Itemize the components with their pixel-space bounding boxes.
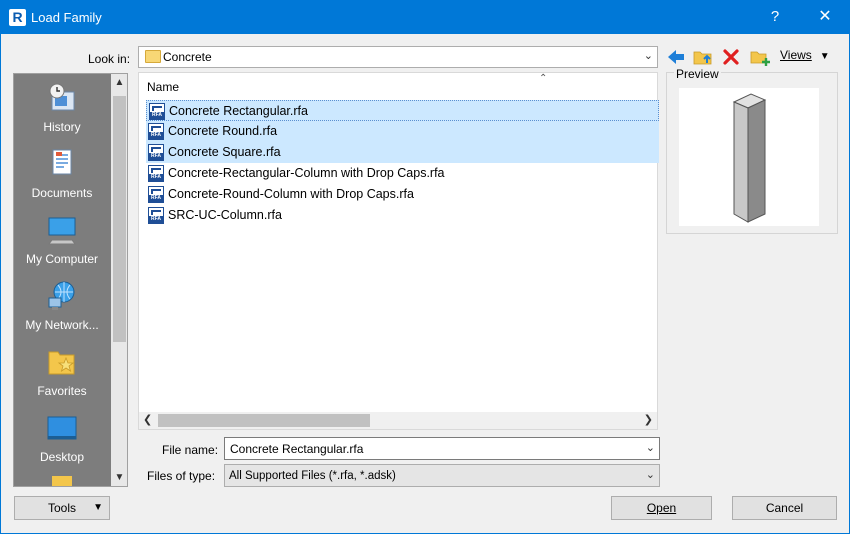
preview-image: [679, 88, 819, 226]
column-header-label: Name: [147, 80, 180, 94]
file-row[interactable]: RFA Concrete Square.rfa: [146, 142, 659, 163]
file-name-value: Concrete Rectangular.rfa: [230, 442, 364, 456]
network-icon: [48, 281, 75, 310]
place-my-computer[interactable]: My Computer: [14, 214, 110, 266]
scroll-left-icon[interactable]: ❮: [143, 412, 152, 429]
file-name: Concrete-Rectangular-Column with Drop Ca…: [168, 166, 445, 180]
place-label: History: [43, 120, 81, 134]
place-favorites[interactable]: Favorites: [14, 346, 110, 398]
rfa-file-icon: RFA: [148, 144, 164, 161]
horizontal-scrollbar[interactable]: ❮ ❯: [139, 412, 657, 429]
places-scrollbar[interactable]: ▲ ▼: [111, 74, 127, 486]
place-label: My Network...: [25, 318, 99, 332]
file-row[interactable]: RFA Concrete-Round-Column with Drop Caps…: [146, 184, 659, 205]
folder-icon: [52, 476, 72, 486]
rfa-file-icon: RFA: [148, 165, 164, 182]
new-folder-icon[interactable]: [750, 47, 770, 67]
place-partial[interactable]: [14, 476, 110, 486]
file-name: Concrete Rectangular.rfa: [169, 104, 308, 118]
caret-down-icon: ▼: [819, 51, 830, 62]
computer-icon: [48, 217, 76, 245]
scroll-thumb[interactable]: [113, 96, 126, 342]
tools-label: Tools: [47, 501, 76, 515]
tools-button[interactable]: Tools ▼: [14, 496, 110, 520]
delete-icon[interactable]: [721, 47, 741, 67]
views-menu-button[interactable]: Views ▼: [780, 48, 830, 66]
chevron-down-icon: ⌄: [645, 469, 655, 481]
file-list[interactable]: Name ⌃ RFA Concrete Rectangular.rfa RFA …: [138, 72, 659, 430]
place-label: Favorites: [37, 384, 87, 398]
file-row[interactable]: RFA SRC-UC-Column.rfa: [146, 205, 659, 226]
chevron-down-icon[interactable]: ⌄: [646, 441, 655, 454]
file-name-input[interactable]: Concrete Rectangular.rfa ⌄: [224, 437, 660, 460]
favorites-icon: [48, 351, 75, 375]
rfa-file-icon: RFA: [149, 103, 165, 120]
look-in-combo[interactable]: Concrete ⌄: [138, 46, 658, 68]
title-bar: R Load Family ? ✕: [0, 0, 850, 34]
file-name: Concrete Round.rfa: [168, 124, 278, 138]
place-label: My Computer: [25, 252, 99, 266]
place-desktop[interactable]: Desktop: [14, 412, 110, 464]
rfa-file-icon: RFA: [148, 123, 164, 140]
cancel-button[interactable]: Cancel: [732, 496, 837, 520]
files-of-type-value: All Supported Files (*.rfa, *.adsk): [229, 470, 396, 482]
file-name: Concrete Square.rfa: [168, 145, 281, 159]
files-of-type-combo[interactable]: All Supported Files (*.rfa, *.adsk) ⌄: [224, 464, 660, 487]
file-name: SRC-UC-Column.rfa: [168, 208, 282, 222]
file-name: Concrete-Round-Column with Drop Caps.rfa: [168, 187, 414, 201]
close-button[interactable]: ✕: [808, 0, 842, 34]
views-label: Views: [780, 48, 812, 62]
history-icon: [49, 83, 75, 111]
scroll-right-icon[interactable]: ❯: [644, 412, 653, 429]
rfa-file-icon: RFA: [148, 186, 164, 203]
caret-down-icon: ▼: [93, 502, 103, 513]
rfa-file-icon: RFA: [148, 207, 164, 224]
place-documents[interactable]: Documents: [14, 148, 110, 200]
file-name-label: File name:: [162, 443, 219, 457]
documents-icon: [52, 149, 72, 175]
up-folder-icon[interactable]: [693, 47, 713, 67]
scroll-down-icon[interactable]: ▼: [111, 469, 127, 486]
scroll-up-icon[interactable]: ▲: [111, 74, 127, 91]
chevron-down-icon: ⌄: [643, 50, 653, 62]
preview-label: Preview: [674, 67, 721, 81]
scroll-thumb[interactable]: [158, 414, 370, 427]
file-row[interactable]: RFA Concrete Rectangular.rfa: [146, 100, 659, 121]
revit-app-icon: R: [9, 9, 26, 26]
desktop-icon: [47, 416, 77, 440]
place-history[interactable]: History: [14, 82, 110, 134]
column-preview-icon: [732, 93, 767, 223]
back-arrow-icon[interactable]: [666, 47, 686, 67]
folder-icon: [145, 50, 161, 63]
look-in-label: Look in:: [88, 52, 131, 66]
places-bar: History Documents My Computer My Network…: [13, 73, 128, 487]
help-button[interactable]: ?: [760, 0, 790, 34]
sort-ascending-icon: ⌃: [539, 73, 548, 84]
open-button[interactable]: Open: [611, 496, 712, 520]
cancel-label: Cancel: [765, 501, 804, 515]
place-label: Desktop: [39, 450, 85, 464]
open-label: Open: [646, 501, 677, 515]
file-row[interactable]: RFA Concrete-Rectangular-Column with Dro…: [146, 163, 659, 184]
file-row[interactable]: RFA Concrete Round.rfa: [146, 121, 659, 142]
place-label: Documents: [31, 186, 93, 200]
files-of-type-label: Files of type:: [147, 469, 216, 483]
look-in-value: Concrete: [163, 50, 212, 64]
place-my-network[interactable]: My Network...: [14, 280, 110, 332]
window-title: Load Family: [31, 10, 102, 25]
name-column-header[interactable]: Name: [147, 80, 179, 94]
